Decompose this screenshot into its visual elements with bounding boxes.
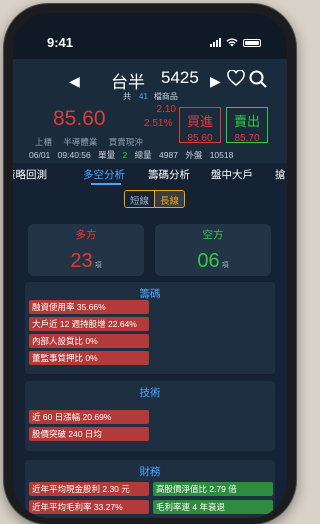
chips-item: 大戶近 12 週持股增 22.64% bbox=[29, 317, 149, 331]
next-stock-icon[interactable]: ▶ bbox=[210, 73, 221, 90]
stock-name: 台半 bbox=[111, 73, 145, 92]
market-label: 上櫃 bbox=[35, 137, 53, 147]
long-count: 23 bbox=[70, 250, 93, 272]
chips-section: 籌碼 融資使用率 35.66% 大戶近 12 週持股增 22.64% 內部人設質… bbox=[25, 282, 275, 374]
outer-volume-value: 10518 bbox=[209, 150, 234, 160]
tech-item: 近 60 日漲幅 20.69% bbox=[29, 410, 149, 424]
finance-title: 財務 bbox=[139, 466, 161, 478]
long-unit: 項 bbox=[94, 262, 102, 269]
chips-item: 內部人設質比 0% bbox=[29, 334, 149, 348]
trade-info-row: 06/01 09:40:56 單量 2 總量 4987 外盤 10518 bbox=[29, 149, 238, 161]
sell-label: 賣出 bbox=[233, 114, 260, 129]
total-suffix: 檔商品 bbox=[153, 92, 178, 101]
short-summary-card: 空方 06 項 bbox=[155, 224, 271, 276]
stock-info-row: 上櫃 半導體業 買賣現沖 bbox=[35, 136, 152, 148]
chips-item: 董監事質押比 0% bbox=[29, 351, 149, 365]
search-icon[interactable] bbox=[249, 70, 267, 88]
finance-section: 財務 近年平均現金股利 2.30 元 近年平均毛利率 33.27% 高股價淨值比… bbox=[25, 460, 275, 518]
screen: 9:41 ◀ 台半 5425 ▶ 共 41 檔商品 85.60 2.10 2.51%… bbox=[13, 13, 287, 518]
total-count: 41 bbox=[139, 92, 148, 101]
last-price: 85.60 bbox=[53, 107, 106, 130]
short-unit: 項 bbox=[221, 262, 229, 269]
sell-price: 85.70 bbox=[234, 133, 260, 144]
wifi-icon bbox=[226, 38, 238, 47]
outer-volume-label: 外盤 bbox=[185, 150, 203, 160]
tab-more[interactable]: 搶 bbox=[275, 167, 286, 182]
buy-price: 85.60 bbox=[187, 133, 213, 144]
buy-label: 買進 bbox=[186, 114, 213, 129]
tab-major-players[interactable]: 盤中大戶 bbox=[211, 167, 253, 182]
buy-button[interactable]: 買進 85.60 bbox=[179, 107, 221, 144]
finance-item: 毛利率連 4 年衰退 bbox=[153, 500, 273, 514]
favorite-heart-icon[interactable] bbox=[227, 70, 245, 86]
prev-stock-icon[interactable]: ◀ bbox=[69, 73, 80, 90]
tab-chips[interactable]: 籌碼分析 bbox=[148, 167, 190, 182]
phone-frame: 9:41 ◀ 台半 5425 ▶ 共 41 檔商品 85.60 2.10 2.51%… bbox=[4, 4, 296, 524]
long-term-button[interactable]: 長線 bbox=[154, 191, 185, 207]
trade-type-label: 買賣現沖 bbox=[108, 137, 143, 147]
battery-icon bbox=[243, 38, 261, 47]
status-bar: 9:41 bbox=[13, 13, 287, 59]
total-volume-label: 總量 bbox=[134, 150, 152, 160]
stock-header: ◀ 台半 5425 ▶ 共 41 檔商品 85.60 2.10 2.51% 買進 8… bbox=[13, 59, 287, 163]
short-count: 06 bbox=[197, 250, 220, 272]
tech-item: 股價突破 240 日均 bbox=[29, 427, 149, 441]
short-term-button[interactable]: 短線 bbox=[125, 191, 155, 207]
status-time: 9:41 bbox=[47, 35, 74, 50]
single-volume-value: 2 bbox=[122, 150, 128, 160]
long-title: 多方 bbox=[75, 229, 97, 241]
trade-time: 09:40:56 bbox=[57, 150, 91, 160]
tech-section: 技術 近 60 日漲幅 20.69% 股價突破 240 日均 bbox=[25, 381, 275, 451]
chips-item: 融資使用率 35.66% bbox=[29, 300, 149, 314]
term-toggle: 短線 長線 bbox=[124, 190, 186, 208]
sell-button[interactable]: 賣出 85.70 bbox=[226, 107, 268, 144]
total-prefix: 共 bbox=[123, 92, 131, 101]
short-title: 空方 bbox=[202, 229, 224, 241]
signal-icon bbox=[210, 38, 221, 47]
finance-item: 近年平均現金股利 2.30 元 bbox=[29, 482, 149, 496]
finance-item: 近年平均毛利率 33.27% bbox=[29, 500, 149, 514]
tech-title: 技術 bbox=[139, 387, 161, 399]
status-icons bbox=[210, 38, 261, 47]
price-change: 2.10 bbox=[156, 104, 176, 115]
finance-item: 高股價淨值比 2.79 倍 bbox=[153, 482, 273, 496]
long-summary-card: 多方 23 項 bbox=[28, 224, 144, 276]
active-tab-indicator bbox=[91, 183, 121, 185]
stock-code: 5425 bbox=[161, 68, 199, 87]
industry-label: 半導體業 bbox=[63, 137, 98, 147]
chips-title: 籌碼 bbox=[139, 288, 161, 300]
total-volume-value: 4987 bbox=[159, 150, 178, 160]
single-volume-label: 單量 bbox=[98, 150, 116, 160]
product-count: 共 41 檔商品 bbox=[123, 91, 178, 102]
price-change-pct: 2.51% bbox=[144, 118, 173, 129]
trade-date: 06/01 bbox=[29, 150, 51, 160]
tab-long-short[interactable]: 多空分析 bbox=[83, 167, 125, 182]
analysis-tabs: 策略回測 多空分析 籌碼分析 盤中大戶 搶 bbox=[13, 163, 287, 187]
tab-backtest[interactable]: 策略回測 bbox=[13, 167, 47, 182]
